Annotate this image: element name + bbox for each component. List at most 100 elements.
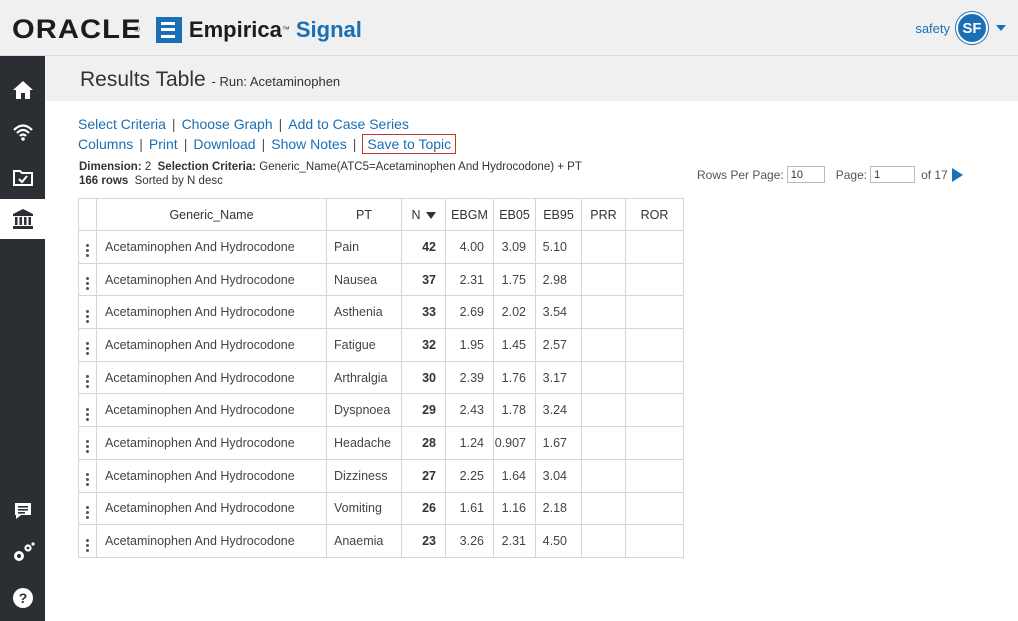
- settings-icon[interactable]: [0, 533, 45, 573]
- cell-eb95: 3.24: [535, 393, 582, 428]
- choose-graph-link[interactable]: Choose Graph: [182, 116, 273, 132]
- add-to-case-series-link[interactable]: Add to Case Series: [288, 116, 409, 132]
- chevron-down-icon[interactable]: [996, 25, 1006, 31]
- empirica-logo-icon: [155, 16, 182, 43]
- cell-n: 33: [401, 295, 446, 330]
- cell-eb05: 1.75: [493, 262, 536, 297]
- cell-ror: [625, 262, 684, 297]
- wifi-signal-icon[interactable]: [0, 112, 45, 152]
- col-ebgm[interactable]: EBGM: [445, 198, 494, 231]
- cell-eb05: 3.09: [493, 230, 536, 264]
- page-number-input[interactable]: [870, 166, 916, 183]
- cell-ror: [625, 426, 684, 460]
- cell-eb95: 2.18: [535, 491, 582, 526]
- cell-ebgm: 2.31: [445, 262, 494, 297]
- folder-check-icon[interactable]: [0, 157, 45, 197]
- oracle-wordmark: ORACLE: [12, 14, 142, 44]
- cell-eb95: 2.57: [535, 328, 582, 362]
- cell-ebgm: 1.61: [445, 491, 494, 526]
- cell-eb05: 2.31: [493, 524, 536, 558]
- download-link[interactable]: Download: [193, 136, 255, 152]
- col-generic-name[interactable]: Generic_Name: [96, 198, 327, 231]
- cell-eb95: 1.67: [535, 426, 582, 460]
- sort-desc-icon: [425, 211, 436, 219]
- action-links: Select Criteria | Choose Graph | Add to Case…: [78, 114, 457, 154]
- cell-n: 27: [401, 458, 446, 493]
- row-menu-icon[interactable]: [86, 375, 89, 389]
- cell-eb95: 3.54: [535, 295, 582, 330]
- cell-n: 23: [401, 524, 446, 558]
- table-row[interactable]: Acetaminophen And Hydrocodone Headache 28 1…: [78, 426, 684, 460]
- cell-n: 37: [401, 262, 446, 297]
- print-link[interactable]: Print: [149, 136, 178, 152]
- row-menu-icon[interactable]: [86, 244, 89, 258]
- col-ror[interactable]: ROR: [625, 198, 684, 231]
- table-row[interactable]: Acetaminophen And Hydrocodone Vomiting 26 1…: [78, 491, 684, 526]
- table-row[interactable]: Acetaminophen And Hydrocodone Dizziness 27…: [78, 458, 684, 493]
- cell-ror: [625, 393, 684, 428]
- row-menu-icon[interactable]: [86, 538, 89, 552]
- cell-prr: [581, 230, 626, 264]
- col-eb05[interactable]: EB05: [493, 198, 536, 231]
- cell-n: 28: [401, 426, 446, 460]
- selection-criteria: Dimension: 2 Selection Criteria: Generic…: [79, 161, 582, 187]
- table-row[interactable]: Acetaminophen And Hydrocodone Nausea 37 2.3…: [78, 262, 684, 297]
- cell-prr: [581, 458, 626, 493]
- table-row[interactable]: Acetaminophen And Hydrocodone Fatigue 32 1.…: [78, 328, 684, 362]
- help-icon[interactable]: ?: [0, 578, 45, 618]
- home-icon[interactable]: [0, 70, 45, 110]
- cell-ebgm: 1.24: [445, 426, 494, 460]
- cell-eb05: 1.45: [493, 328, 536, 362]
- columns-link[interactable]: Columns: [78, 136, 133, 152]
- row-menu-icon[interactable]: [86, 473, 89, 487]
- cell-ror: [625, 524, 684, 558]
- sidebar: ?: [0, 56, 45, 621]
- user-menu[interactable]: safety SF: [915, 12, 1006, 44]
- show-notes-link[interactable]: Show Notes: [271, 136, 346, 152]
- cell-pt: Vomiting: [326, 491, 402, 526]
- cell-n: 30: [401, 360, 446, 395]
- pagination: Rows Per Page: Page: of 17: [697, 166, 963, 183]
- cell-n: 29: [401, 393, 446, 428]
- cell-eb05: 2.02: [493, 295, 536, 330]
- rows-per-page-input[interactable]: [786, 166, 825, 183]
- avatar[interactable]: SF: [956, 12, 988, 44]
- cell-ror: [625, 295, 684, 330]
- select-criteria-link[interactable]: Select Criteria: [78, 116, 166, 132]
- row-menu-icon[interactable]: [86, 440, 89, 454]
- cell-ebgm: 4.00: [445, 230, 494, 264]
- page-title: Results Table - Run: Acetaminophen: [80, 68, 341, 91]
- row-menu-icon[interactable]: [86, 505, 89, 519]
- table-row[interactable]: Acetaminophen And Hydrocodone Arthralgia 3…: [78, 360, 684, 395]
- col-pt[interactable]: PT: [326, 198, 402, 231]
- cell-pt: Arthralgia: [326, 360, 402, 395]
- table-row[interactable]: Acetaminophen And Hydrocodone Pain 42 4.00 3…: [78, 230, 684, 264]
- cell-ebgm: 2.39: [445, 360, 494, 395]
- row-menu-icon[interactable]: [86, 277, 89, 291]
- col-eb95[interactable]: EB95: [535, 198, 582, 231]
- bank-icon[interactable]: [0, 199, 45, 239]
- table-row[interactable]: Acetaminophen And Hydrocodone Dyspnoea 29 2…: [78, 393, 684, 428]
- page-subtitle: - Run: Acetaminophen: [211, 74, 341, 89]
- cell-eb05: 1.76: [493, 360, 536, 395]
- row-menu-icon[interactable]: [86, 342, 89, 356]
- cell-pt: Nausea: [326, 262, 402, 297]
- cell-pt: Headache: [326, 426, 402, 460]
- save-to-topic-link[interactable]: Save to Topic: [362, 134, 457, 154]
- cell-ebgm: 2.69: [445, 295, 494, 330]
- row-count: 166 rows: [79, 175, 129, 187]
- product-name-signal: Signal: [295, 16, 362, 42]
- cell-prr: [581, 262, 626, 297]
- cell-prr: [581, 360, 626, 395]
- next-page-icon[interactable]: [951, 167, 963, 182]
- row-menu-icon[interactable]: [86, 407, 89, 421]
- col-n[interactable]: N: [401, 198, 446, 231]
- cell-eb05: 1.16: [493, 491, 536, 526]
- row-menu-icon[interactable]: [86, 309, 89, 323]
- user-name[interactable]: safety: [915, 21, 950, 36]
- table-row[interactable]: Acetaminophen And Hydrocodone Anaemia 23 3.…: [78, 524, 684, 558]
- col-prr[interactable]: PRR: [581, 198, 626, 231]
- cell-n: 26: [401, 491, 446, 526]
- table-row[interactable]: Acetaminophen And Hydrocodone Asthenia 33 2…: [78, 295, 684, 330]
- comment-icon[interactable]: [0, 491, 45, 531]
